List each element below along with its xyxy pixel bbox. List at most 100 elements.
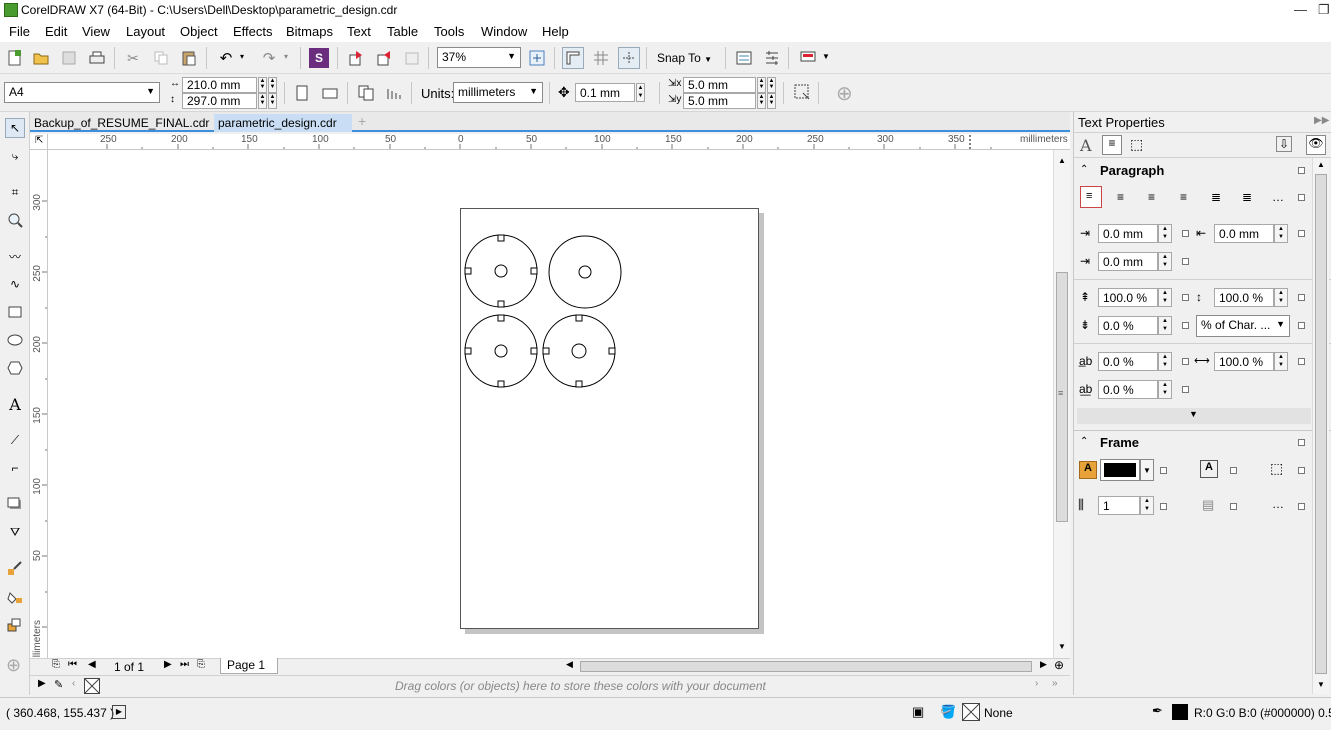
- align-right-icon[interactable]: ≡: [1180, 190, 1187, 204]
- language-spacing-checkbox[interactable]: [1182, 386, 1189, 393]
- add-icon[interactable]: ⊕: [836, 81, 853, 106]
- word-spacing-checkbox[interactable]: [1298, 358, 1305, 365]
- more-frame-checkbox[interactable]: [1298, 503, 1305, 510]
- previous-page-icon[interactable]: ◀: [88, 659, 96, 670]
- page-size-dropdown[interactable]: A4 ▼: [4, 82, 160, 103]
- scroll-right-icon[interactable]: ▶: [1040, 659, 1047, 670]
- vertical-scrollbar[interactable]: ▲ ≡ ▼: [1053, 150, 1070, 658]
- freehand-tool-icon[interactable]: 〰: [5, 246, 25, 266]
- current-page-icon[interactable]: [384, 83, 404, 103]
- units-dropdown[interactable]: millimeters ▼: [453, 82, 543, 103]
- palette-scroll-right-icon[interactable]: ›: [1035, 678, 1038, 689]
- align-center-icon[interactable]: ≡: [1148, 190, 1155, 204]
- page-height-spinner[interactable]: ▲ ▼: [258, 93, 267, 109]
- transparency-icon[interactable]: ⛛: [5, 522, 25, 542]
- tab-backup-resume[interactable]: Backup_of_RESUME_FINAL.cdr: [30, 114, 212, 132]
- word-spacing-spinner[interactable]: ▲ ▼: [1274, 352, 1288, 371]
- menu-window[interactable]: Window: [481, 24, 527, 39]
- undo-dropdown-icon[interactable]: ▾: [240, 52, 244, 61]
- color-eyedropper-icon[interactable]: [5, 558, 25, 578]
- no-alignment-icon[interactable]: ≡: [1080, 186, 1102, 208]
- welcome-screen-icon[interactable]: [798, 48, 818, 68]
- publish-pdf-icon[interactable]: [402, 48, 422, 68]
- docker-scrollbar[interactable]: ▲ ▼: [1312, 158, 1329, 694]
- menu-effects[interactable]: Effects: [233, 24, 273, 39]
- pick-tool-icon[interactable]: ↖: [5, 118, 25, 138]
- paragraph-tab-icon[interactable]: ≡: [1102, 135, 1122, 155]
- page-width-field[interactable]: 210.0 mm: [182, 77, 257, 93]
- after-paragraph-field[interactable]: 0.0 %: [1098, 316, 1158, 335]
- scroll-up-icon[interactable]: ▲: [1317, 160, 1325, 169]
- dup-x-spinner-2[interactable]: ▲ ▼: [767, 77, 776, 93]
- print-icon[interactable]: [87, 48, 107, 68]
- dup-x-spinner[interactable]: ▲ ▼: [757, 77, 766, 93]
- paste-icon[interactable]: [179, 48, 199, 68]
- menu-help[interactable]: Help: [542, 24, 569, 39]
- right-indent-field[interactable]: 0.0 mm: [1214, 224, 1274, 243]
- palette-expand-icon[interactable]: ▶: [38, 678, 46, 689]
- tab-parametric-design[interactable]: parametric_design.cdr: [214, 114, 352, 132]
- horizontal-scroll-thumb[interactable]: [580, 661, 1032, 672]
- parallel-dimension-icon[interactable]: ⟋: [5, 430, 25, 450]
- line-spacing-checkbox[interactable]: [1298, 294, 1305, 301]
- menu-layout[interactable]: Layout: [126, 24, 165, 39]
- vertical-ruler[interactable]: 300 250 200 150 100 50 millimeters: [30, 150, 48, 658]
- rectangle-tool-icon[interactable]: [5, 302, 25, 322]
- eyedropper-icon[interactable]: ✎: [54, 678, 63, 691]
- shape-tool-icon[interactable]: ⤷: [5, 146, 25, 166]
- interactive-fill-icon[interactable]: [5, 586, 25, 606]
- scroll-up-icon[interactable]: ▲: [1058, 156, 1066, 165]
- first-page-icon[interactable]: ⏮: [68, 659, 77, 670]
- drop-shadow-icon[interactable]: [5, 494, 25, 514]
- cut-icon[interactable]: ✂: [123, 48, 143, 68]
- show-grid-icon[interactable]: [591, 48, 611, 68]
- text-tool-icon[interactable]: A: [5, 394, 25, 414]
- frame-section-checkbox[interactable]: [1298, 439, 1305, 446]
- ellipse-tool-icon[interactable]: [5, 330, 25, 350]
- page-width-lock[interactable]: ▲ ▼: [268, 77, 277, 93]
- left-indent-field[interactable]: 0.0 mm: [1098, 252, 1158, 271]
- application-launcher-icon[interactable]: [762, 48, 782, 68]
- menu-table[interactable]: Table: [387, 24, 418, 39]
- force-justify-icon[interactable]: ≣: [1242, 190, 1252, 204]
- snap-to-button[interactable]: Snap To ▼: [657, 51, 712, 65]
- background-color-picker[interactable]: [1100, 459, 1140, 481]
- next-page-icon[interactable]: ▶: [164, 659, 172, 670]
- crop-tool-icon[interactable]: ⌗: [5, 182, 25, 202]
- right-indent-checkbox[interactable]: [1298, 230, 1305, 237]
- color-proof-icon[interactable]: ▣: [912, 704, 924, 720]
- new-document-icon[interactable]: [5, 48, 25, 68]
- connector-tool-icon[interactable]: ⌐: [5, 458, 25, 478]
- zoom-navigator-icon[interactable]: ⊕: [1054, 658, 1064, 672]
- line-spacing-spinner[interactable]: ▲ ▼: [1274, 288, 1288, 307]
- menu-edit[interactable]: Edit: [45, 24, 67, 39]
- duplicate-distance-x-field[interactable]: 5.0 mm: [683, 77, 756, 93]
- palette-scroll-left-icon[interactable]: ‹: [72, 678, 75, 689]
- no-color-swatch[interactable]: [84, 678, 100, 694]
- options-icon[interactable]: [734, 48, 754, 68]
- nudge-spinner[interactable]: ▲ ▼: [636, 83, 645, 102]
- menu-text[interactable]: Text: [347, 24, 371, 39]
- treat-as-filled-icon[interactable]: [792, 82, 812, 102]
- ruler-origin-icon[interactable]: ⇱: [30, 134, 48, 150]
- menu-bitmaps[interactable]: Bitmaps: [286, 24, 333, 39]
- menu-file[interactable]: File: [9, 24, 30, 39]
- more-frame-options-icon[interactable]: …: [1272, 497, 1284, 511]
- zoom-level-dropdown[interactable]: 37% ▼: [437, 47, 521, 68]
- dup-y-spinner[interactable]: ▲ ▼: [757, 93, 766, 109]
- before-paragraph-checkbox[interactable]: [1182, 294, 1189, 301]
- text-direction-checkbox[interactable]: [1230, 467, 1237, 474]
- bg-color-checkbox[interactable]: [1160, 467, 1167, 474]
- undo-icon[interactable]: ↶: [216, 48, 236, 68]
- vertical-alignment-checkbox[interactable]: [1298, 467, 1305, 474]
- smart-fill-icon[interactable]: [5, 614, 25, 634]
- collapse-section-icon[interactable]: ⌃: [1080, 436, 1088, 447]
- left-indent-spinner[interactable]: ▲ ▼: [1158, 252, 1172, 271]
- scroll-down-icon[interactable]: ▼: [1317, 680, 1325, 689]
- chevron-down-icon[interactable]: ▼: [1140, 459, 1154, 481]
- column-settings-icon[interactable]: ▤: [1202, 497, 1214, 513]
- after-paragraph-checkbox[interactable]: [1182, 322, 1189, 329]
- drawing-canvas[interactable]: [48, 150, 1053, 658]
- spacing-units-checkbox[interactable]: [1298, 322, 1305, 329]
- fill-color-swatch[interactable]: [962, 703, 980, 721]
